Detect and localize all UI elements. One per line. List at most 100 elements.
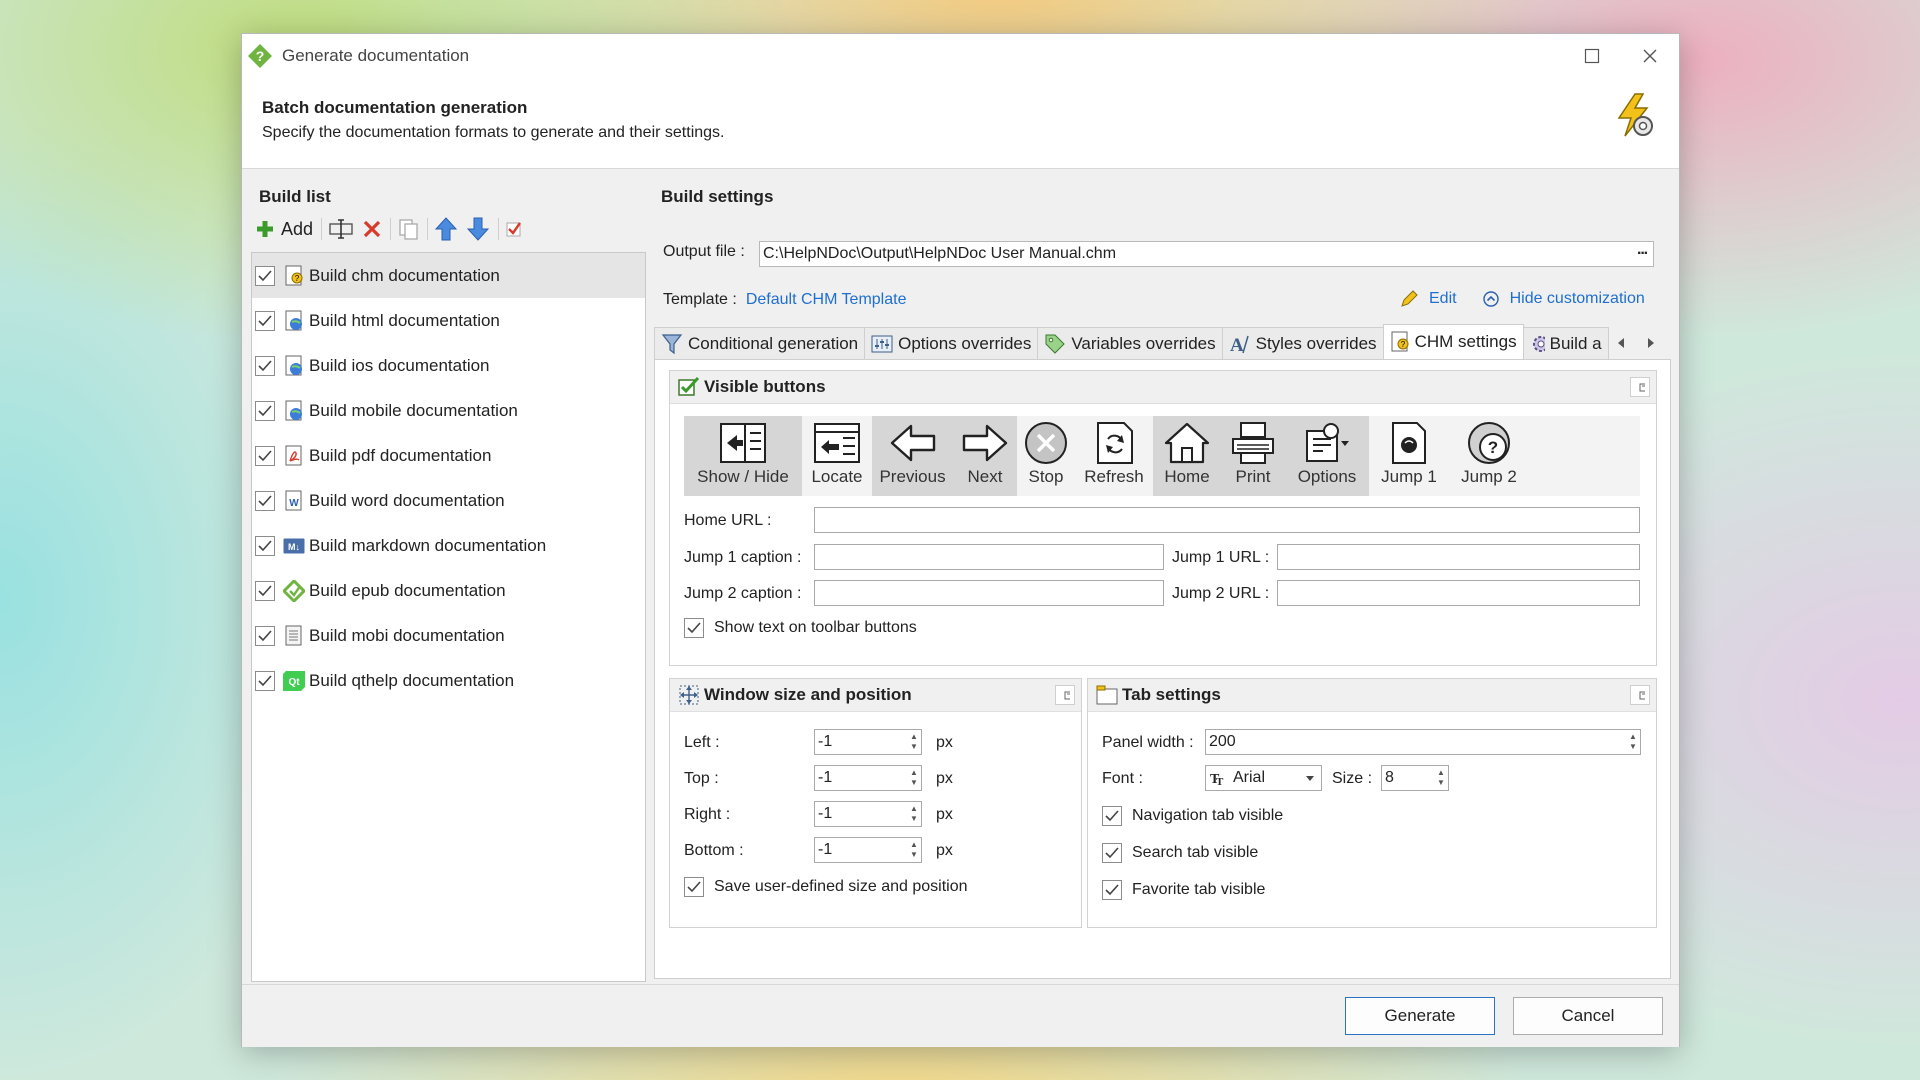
save-size-checkbox[interactable] — [684, 877, 704, 897]
checkbox[interactable] — [255, 670, 275, 691]
arrow-up-icon — [434, 217, 458, 241]
check-icon — [258, 314, 272, 326]
rename-icon — [329, 219, 353, 239]
collapse-group-button[interactable] — [1630, 377, 1650, 397]
tab-variables-overrides[interactable]: Variables overrides — [1037, 327, 1223, 359]
output-file-input[interactable]: C:\HelpNDoc\Output\HelpNDoc User Manual.… — [759, 241, 1654, 267]
checkbox[interactable] — [255, 445, 275, 466]
tab-build-actions[interactable]: Build a — [1522, 327, 1609, 359]
tab-chm-settings[interactable]: ? CHM settings — [1382, 324, 1524, 359]
toggle-jump-1[interactable]: Jump 1 — [1369, 416, 1449, 496]
toggle-show-hide[interactable]: Show / Hide — [684, 416, 802, 496]
toggle-print[interactable]: Print — [1221, 416, 1285, 496]
list-item[interactable]: ? Build chm documentation — [252, 253, 645, 298]
top-value: -1 — [818, 769, 833, 786]
tab-conditional-generation[interactable]: Conditional generation — [654, 327, 866, 359]
checkbox[interactable] — [255, 490, 275, 511]
tab-styles-overrides[interactable]: A Styles overrides — [1221, 327, 1384, 359]
check-icon — [1105, 810, 1119, 822]
left-spinner[interactable]: ▲ ▼ — [907, 730, 921, 754]
toggle-locate[interactable]: Locate — [802, 416, 872, 496]
add-button[interactable]: Add — [255, 214, 313, 244]
browse-button[interactable]: ··· — [1637, 245, 1649, 263]
hide-customization-button[interactable]: Hide customization — [1482, 290, 1645, 308]
list-item[interactable]: Build epub documentation — [252, 568, 645, 613]
top-input[interactable]: -1 ▲ ▼ — [814, 765, 922, 791]
list-item[interactable]: Build mobi documentation — [252, 613, 645, 658]
checkbox[interactable] — [255, 310, 275, 331]
add-label: Add — [281, 218, 314, 239]
cancel-button[interactable]: Cancel — [1513, 997, 1663, 1035]
save-size-checkbox-row[interactable]: Save user-defined size and position — [684, 877, 968, 897]
checkbox[interactable] — [255, 355, 275, 376]
search-tab-checkbox[interactable] — [1102, 843, 1122, 863]
checkbox[interactable] — [255, 625, 275, 646]
toggle-home[interactable]: Home — [1153, 416, 1221, 496]
list-item[interactable]: Build mobile documentation — [252, 388, 645, 433]
list-item[interactable]: Qt Build qthelp documentation — [252, 658, 645, 703]
toggle-refresh[interactable]: Refresh — [1075, 416, 1153, 496]
check-all-button[interactable] — [505, 214, 523, 244]
jump2-url-input[interactable] — [1277, 580, 1640, 606]
right-spinner[interactable]: ▲ ▼ — [907, 802, 921, 826]
edit-template-button[interactable]: Edit — [1399, 289, 1457, 309]
size-input[interactable]: 8 ▲ ▼ — [1381, 765, 1449, 791]
favorite-tab-checkbox[interactable] — [1102, 880, 1122, 900]
rename-button[interactable] — [328, 214, 354, 244]
bottom-spinner[interactable]: ▲ ▼ — [907, 838, 921, 862]
maximize-button[interactable] — [1563, 34, 1621, 78]
lightning-gear-icon — [1617, 93, 1653, 137]
nav-tab-checkbox-row[interactable]: Navigation tab visible — [1102, 806, 1283, 826]
save-size-label: Save user-defined size and position — [714, 878, 968, 895]
checkbox[interactable] — [255, 580, 275, 601]
delete-button[interactable] — [362, 214, 382, 244]
tab-options-overrides[interactable]: Options overrides — [864, 327, 1039, 359]
top-spinner[interactable]: ▲ ▼ — [907, 766, 921, 790]
right-input[interactable]: -1 ▲ ▼ — [814, 801, 922, 827]
home-url-input[interactable] — [814, 507, 1640, 533]
template-link[interactable]: Default CHM Template — [746, 291, 907, 309]
jump1-url-input[interactable] — [1277, 544, 1640, 570]
show-text-checkbox[interactable] — [684, 618, 704, 638]
panel-width-spinner[interactable]: ▲ ▼ — [1626, 730, 1640, 754]
generate-button[interactable]: Generate — [1345, 997, 1495, 1035]
search-tab-checkbox-row[interactable]: Search tab visible — [1102, 843, 1258, 863]
collapse-group-button[interactable] — [1630, 685, 1650, 705]
delete-icon — [363, 220, 381, 238]
word-icon: W — [283, 490, 305, 512]
bottom-input[interactable]: -1 ▲ ▼ — [814, 837, 922, 863]
checkbox[interactable] — [255, 535, 275, 556]
toggle-options[interactable]: Options — [1285, 416, 1369, 496]
collapse-group-button[interactable] — [1055, 685, 1075, 705]
toggle-stop[interactable]: Stop — [1017, 416, 1075, 496]
nav-tab-checkbox[interactable] — [1102, 806, 1122, 826]
toggle-jump-2[interactable]: ? Jump 2 — [1449, 416, 1529, 496]
duplicate-button[interactable] — [397, 214, 419, 244]
close-button[interactable] — [1621, 34, 1679, 78]
tab-scroll-left[interactable] — [1616, 327, 1626, 359]
size-spinner[interactable]: ▲ ▼ — [1434, 766, 1448, 790]
list-item[interactable]: M↓ Build markdown documentation — [252, 523, 645, 568]
toggle-next[interactable]: Next — [953, 416, 1017, 496]
jump2-caption-input[interactable] — [814, 580, 1164, 606]
tab-scroll-right[interactable] — [1646, 327, 1656, 359]
move-down-button[interactable] — [466, 214, 490, 244]
check-all-icon — [506, 222, 522, 237]
list-item[interactable]: Build ios documentation — [252, 343, 645, 388]
jump-1-icon — [1392, 422, 1426, 464]
show-text-checkbox-row[interactable]: Show text on toolbar buttons — [684, 618, 917, 638]
font-select[interactable]: TT Arial — [1205, 765, 1322, 791]
jump1-caption-input[interactable] — [814, 544, 1164, 570]
checkbox[interactable] — [255, 400, 275, 421]
list-item[interactable]: Build html documentation — [252, 298, 645, 343]
button-label: Print — [1235, 467, 1271, 486]
checkbox[interactable] — [255, 265, 275, 286]
toolbar-separator — [427, 218, 429, 240]
favorite-tab-checkbox-row[interactable]: Favorite tab visible — [1102, 880, 1265, 900]
list-item[interactable]: W Build word documentation — [252, 478, 645, 523]
left-input[interactable]: -1 ▲ ▼ — [814, 729, 922, 755]
list-item[interactable]: Build pdf documentation — [252, 433, 645, 478]
move-up-button[interactable] — [434, 214, 458, 244]
toggle-previous[interactable]: Previous — [872, 416, 953, 496]
panel-width-input[interactable]: 200 ▲ ▼ — [1205, 729, 1641, 755]
